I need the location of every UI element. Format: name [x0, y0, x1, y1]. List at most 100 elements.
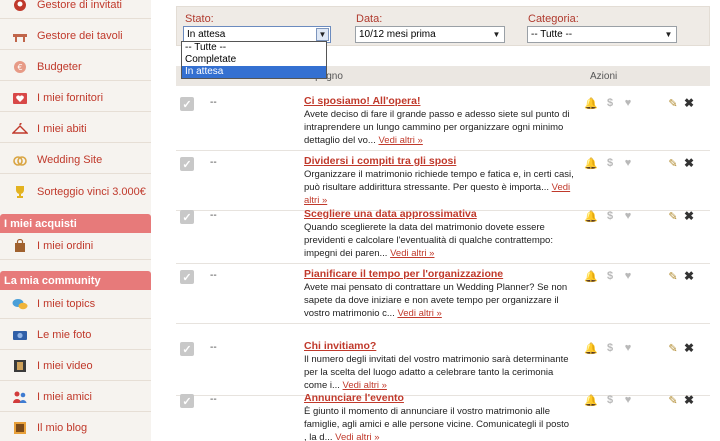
- delete-icon[interactable]: ✖: [683, 341, 695, 355]
- bell-icon[interactable]: 🔔: [584, 209, 598, 223]
- dollar-icon[interactable]: $: [604, 393, 616, 407]
- task-title-link[interactable]: Ci sposiamo! All'opera!: [304, 95, 574, 107]
- tables-icon: [12, 28, 28, 44]
- bell-icon[interactable]: 🔔: [584, 393, 598, 407]
- sidebar-item-label: Sorteggio vinci 3.000€: [37, 185, 146, 198]
- filter-data-select[interactable]: 10/12 mesi prima ▼: [355, 26, 505, 43]
- table-row: ✓ -- Pianificare il tempo per l'organizz…: [176, 266, 710, 324]
- task-date: --: [210, 210, 217, 221]
- dropdown-option-in-attesa[interactable]: In attesa: [182, 66, 326, 78]
- dollar-icon[interactable]: $: [604, 209, 616, 223]
- see-more-link[interactable]: Vedi altri »: [390, 248, 434, 259]
- sidebar: Gestore di invitati Gestore dei tavoli €…: [0, 0, 151, 441]
- blog-icon: [12, 420, 28, 436]
- sidebar-item-label: I miei abiti: [37, 123, 87, 135]
- edit-icon[interactable]: ✎: [667, 393, 679, 407]
- budget-icon: €: [12, 59, 28, 75]
- bell-icon[interactable]: 🔔: [584, 96, 598, 110]
- trophy-icon: [12, 184, 28, 200]
- dollar-icon[interactable]: $: [604, 96, 616, 110]
- task-cell: Dividersi i compiti tra gli sposi Organi…: [304, 155, 574, 207]
- filter-categoria-select[interactable]: -- Tutte -- ▼: [527, 26, 677, 43]
- sidebar-item-sorteggio[interactable]: Sorteggio vinci 3.000€: [0, 178, 151, 205]
- edit-icon[interactable]: ✎: [667, 96, 679, 110]
- delete-icon[interactable]: ✖: [683, 209, 695, 223]
- stato-dropdown-list: -- Tutte -- Completate In attesa: [181, 41, 327, 79]
- delete-icon[interactable]: ✖: [683, 156, 695, 170]
- delete-icon[interactable]: ✖: [683, 96, 695, 110]
- see-more-link[interactable]: Vedi altri »: [397, 308, 441, 319]
- bag-icon: [12, 238, 28, 254]
- sidebar-item-topics[interactable]: I miei topics: [0, 290, 151, 319]
- sidebar-item-amici[interactable]: I miei amici: [0, 383, 151, 412]
- filter-stato-label: Stato:: [185, 13, 214, 25]
- task-date: --: [210, 394, 217, 405]
- heart-icon[interactable]: ♥: [622, 156, 634, 170]
- guests-icon: [12, 0, 28, 13]
- task-title-link[interactable]: Chi invitiamo?: [304, 340, 574, 352]
- section-header-community: La mia community: [0, 271, 151, 290]
- sidebar-item-abiti[interactable]: I miei abiti: [0, 116, 151, 143]
- task-date: --: [210, 97, 217, 108]
- friends-icon: [12, 389, 28, 405]
- see-more-link[interactable]: Vedi altri »: [335, 432, 379, 441]
- task-title-link[interactable]: Pianificare il tempo per l'organizzazion…: [304, 268, 574, 280]
- dollar-icon[interactable]: $: [604, 269, 616, 283]
- dollar-icon[interactable]: $: [604, 341, 616, 355]
- filter-categoria-value: -- Tutte --: [531, 29, 573, 40]
- filter-bar: Stato: In attesa ▼ Data: 10/12 mesi prim…: [176, 6, 710, 46]
- heart-icon[interactable]: ♥: [622, 393, 634, 407]
- delete-icon[interactable]: ✖: [683, 393, 695, 407]
- sidebar-item-video[interactable]: I miei video: [0, 352, 151, 381]
- sidebar-item-ordini[interactable]: I miei ordini: [0, 233, 151, 260]
- task-checkbox[interactable]: ✓: [180, 342, 194, 356]
- task-title-link[interactable]: Scegliere una data approssimativa: [304, 208, 574, 220]
- sidebar-item-foto[interactable]: Le mie foto: [0, 321, 151, 350]
- task-cell: Pianificare il tempo per l'organizzazion…: [304, 268, 574, 320]
- chevron-down-icon[interactable]: ▼: [490, 28, 503, 41]
- sidebar-item-gestore-tavoli[interactable]: Gestore dei tavoli: [0, 23, 151, 50]
- chevron-down-icon[interactable]: ▼: [316, 28, 329, 41]
- edit-icon[interactable]: ✎: [667, 341, 679, 355]
- task-description-text: Organizzare il matrimonio richiede tempo…: [304, 169, 574, 193]
- sidebar-item-fornitori[interactable]: I miei fornitori: [0, 85, 151, 112]
- dropdown-option-tutte[interactable]: -- Tutte --: [182, 42, 326, 54]
- dropdown-option-completate[interactable]: Completate: [182, 54, 326, 66]
- chevron-down-icon[interactable]: ▼: [662, 28, 675, 41]
- sidebar-item-wedding-site[interactable]: Wedding Site: [0, 147, 151, 174]
- sidebar-item-gestore-invitati[interactable]: Gestore di invitati: [0, 0, 151, 19]
- sidebar-item-label: Wedding Site: [37, 154, 103, 166]
- edit-icon[interactable]: ✎: [667, 269, 679, 283]
- bell-icon[interactable]: 🔔: [584, 269, 598, 283]
- table-row: ✓ -- Annunciare l'evento È giunto il mom…: [176, 390, 710, 441]
- heart-icon[interactable]: ♥: [622, 209, 634, 223]
- task-checkbox[interactable]: ✓: [180, 270, 194, 284]
- heart-icon[interactable]: ♥: [622, 269, 634, 283]
- sidebar-item-budgeter[interactable]: € Budgeter: [0, 54, 151, 81]
- sidebar-item-blog[interactable]: Il mio blog: [0, 414, 151, 441]
- sidebar-item-label: I miei video: [37, 360, 93, 372]
- task-title-link[interactable]: Annunciare l'evento: [304, 392, 574, 404]
- task-checkbox[interactable]: ✓: [180, 394, 194, 408]
- bell-icon[interactable]: 🔔: [584, 156, 598, 170]
- see-more-link[interactable]: Vedi altri »: [378, 135, 422, 146]
- bell-icon[interactable]: 🔔: [584, 341, 598, 355]
- task-date: --: [210, 342, 217, 353]
- task-cell: Chi invitiamo? Il numero degli invitati …: [304, 340, 574, 392]
- task-checkbox[interactable]: ✓: [180, 210, 194, 224]
- edit-icon[interactable]: ✎: [667, 209, 679, 223]
- task-title-link[interactable]: Dividersi i compiti tra gli sposi: [304, 155, 574, 167]
- task-description: Avete mai pensato di contrattare un Wedd…: [304, 281, 574, 320]
- task-checkbox[interactable]: ✓: [180, 97, 194, 111]
- sidebar-item-label: Il mio blog: [37, 422, 88, 434]
- delete-icon[interactable]: ✖: [683, 269, 695, 283]
- heart-icon[interactable]: ♥: [622, 341, 634, 355]
- chat-icon: [12, 296, 28, 312]
- edit-icon[interactable]: ✎: [667, 156, 679, 170]
- rings-icon: [12, 152, 28, 168]
- film-icon: [12, 358, 28, 374]
- filter-stato-value: In attesa: [187, 29, 226, 40]
- heart-icon[interactable]: ♥: [622, 96, 634, 110]
- task-checkbox[interactable]: ✓: [180, 157, 194, 171]
- dollar-icon[interactable]: $: [604, 156, 616, 170]
